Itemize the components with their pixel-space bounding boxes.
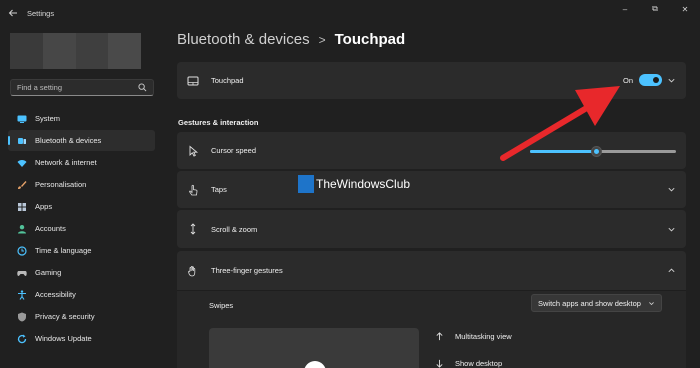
gesture-label: Multitasking view (455, 331, 512, 341)
close-button[interactable]: ✕ (670, 0, 700, 18)
sidebar-item-label: Privacy & security (35, 312, 95, 321)
wifi-icon (17, 158, 27, 168)
title-bar: Settings – ⧉ ✕ (0, 0, 700, 26)
sidebar-item-accessibility[interactable]: Accessibility (8, 284, 155, 305)
sidebar-nav: System Bluetooth & devices Network & int… (8, 108, 155, 350)
cursor-speed-slider[interactable] (530, 146, 676, 157)
sidebar-item-label: Accessibility (35, 290, 76, 299)
gesture-preview (209, 328, 419, 368)
cursor-speed-card: Cursor speed (177, 132, 686, 169)
shield-icon (17, 312, 27, 322)
sidebar-item-bluetooth-devices[interactable]: Bluetooth & devices (8, 130, 155, 151)
chevron-up-icon[interactable] (667, 266, 676, 275)
globe-clock-icon (17, 245, 27, 256)
back-arrow-icon[interactable] (8, 8, 18, 18)
toggle-state-text: On (622, 75, 633, 85)
sidebar-item-label: Accounts (35, 224, 66, 233)
app-title: Settings (27, 9, 55, 18)
search-icon (138, 83, 147, 92)
slider-thumb[interactable] (590, 146, 602, 157)
update-icon (17, 334, 27, 344)
sidebar-item-label: Personalisation (35, 180, 87, 189)
minimize-button[interactable]: – (610, 0, 640, 18)
sidebar-item-network[interactable]: Network & internet (8, 152, 155, 173)
watermark: TheWindowsClub (298, 175, 410, 193)
arrow-up-icon (436, 331, 443, 340)
gesture-label: Show desktop (455, 358, 503, 368)
maximize-button[interactable]: ⧉ (640, 0, 670, 18)
chevron-down-icon[interactable] (667, 225, 676, 234)
search-box[interactable] (10, 79, 154, 96)
three-finger-panel: Swipes Switch apps and show desktop Mult… (177, 290, 686, 368)
accessibility-icon (17, 289, 27, 300)
sidebar-item-accounts[interactable]: Accounts (8, 218, 155, 239)
swipes-dropdown[interactable]: Switch apps and show desktop (531, 294, 662, 312)
sidebar-item-label: Windows Update (35, 334, 92, 343)
breadcrumb-parent[interactable]: Bluetooth & devices (177, 31, 310, 48)
chevron-down-icon (649, 302, 654, 306)
sidebar-item-apps[interactable]: Apps (8, 196, 155, 217)
slider-fill (530, 150, 596, 153)
page-title: Touchpad (334, 31, 406, 48)
sidebar-item-label: System (35, 114, 61, 123)
sidebar-item-label: Time & language (35, 246, 92, 255)
brush-icon (17, 180, 27, 190)
sidebar-item-personalisation[interactable]: Personalisation (8, 174, 155, 195)
apps-icon (17, 202, 27, 212)
window-controls: – ⧉ ✕ (610, 0, 700, 18)
scroll-zoom-card[interactable]: Scroll & zoom (177, 210, 686, 248)
bluetooth-icon (17, 136, 27, 146)
watermark-logo (298, 175, 314, 193)
three-finger-card[interactable]: Three-finger gestures (177, 251, 686, 290)
search-input[interactable] (17, 83, 138, 92)
gamepad-icon (17, 268, 27, 278)
arrow-down-icon (436, 359, 443, 368)
sidebar-item-windows-update[interactable]: Windows Update (8, 328, 155, 349)
taps-label: Taps (211, 185, 227, 194)
system-icon (17, 114, 27, 124)
breadcrumb: Bluetooth & devices > Touchpad (177, 31, 405, 48)
gesture-item: Show desktop (435, 356, 512, 368)
touchpad-card[interactable]: Touchpad On (177, 62, 686, 99)
sidebar-item-label: Gaming (35, 268, 62, 277)
finger-dot (304, 361, 326, 368)
sidebar-item-privacy-security[interactable]: Privacy & security (8, 306, 155, 327)
hand-icon (187, 265, 199, 277)
swipes-dropdown-value: Switch apps and show desktop (538, 298, 641, 308)
account-icon (17, 224, 27, 234)
gesture-item: Multitasking view (435, 329, 512, 343)
sidebar-item-system[interactable]: System (8, 108, 155, 129)
scroll-zoom-label: Scroll & zoom (211, 224, 258, 234)
breadcrumb-separator: > (318, 32, 326, 47)
profile-area[interactable] (10, 33, 141, 69)
section-heading: Gestures & interaction (178, 118, 259, 127)
sidebar-item-gaming[interactable]: Gaming (8, 262, 155, 283)
touchpad-label: Touchpad (211, 76, 244, 85)
cursor-icon (187, 145, 199, 157)
touchpad-icon (187, 75, 199, 87)
touchpad-toggle-group: On (623, 74, 662, 86)
scroll-icon (187, 223, 199, 235)
chevron-down-icon[interactable] (667, 185, 676, 194)
sidebar-item-label: Apps (35, 202, 53, 211)
cursor-speed-label: Cursor speed (211, 146, 257, 155)
tap-icon (187, 184, 199, 196)
sidebar-item-label: Bluetooth & devices (35, 136, 102, 145)
three-finger-label: Three-finger gestures (211, 266, 283, 275)
taps-card[interactable]: Taps (177, 171, 686, 208)
sidebar-item-label: Network & internet (35, 158, 97, 167)
chevron-down-icon[interactable] (667, 76, 676, 85)
watermark-text: TheWindowsClub (316, 177, 411, 191)
gesture-list: Multitasking view Show desktop (435, 329, 512, 368)
touchpad-toggle[interactable] (639, 74, 662, 86)
sidebar-item-time-language[interactable]: Time & language (8, 240, 155, 261)
swipes-label: Swipes (209, 301, 234, 310)
